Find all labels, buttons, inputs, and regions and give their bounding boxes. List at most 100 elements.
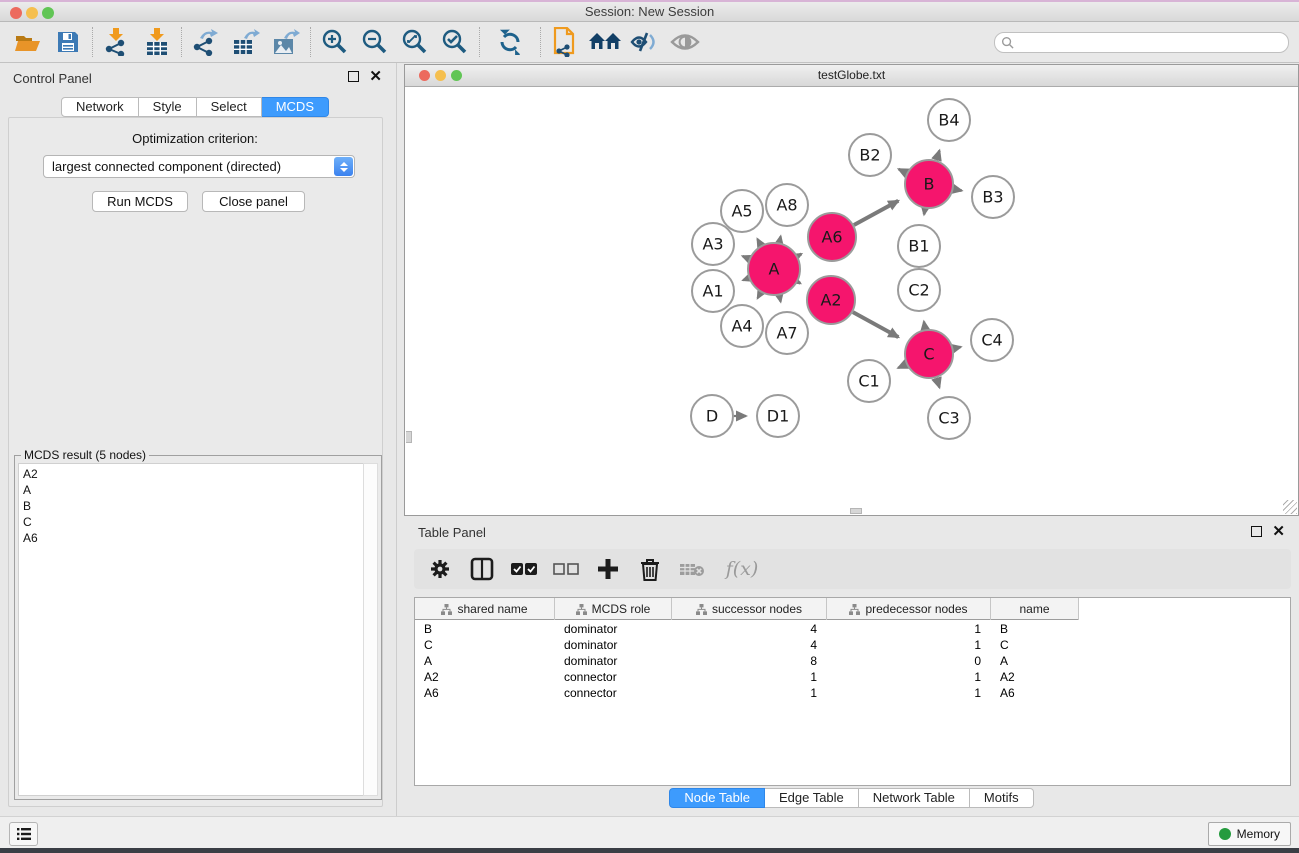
column-header-name[interactable]: name <box>991 598 1079 620</box>
zoom-selected-button[interactable] <box>435 25 475 59</box>
float-table-panel-icon[interactable] <box>1251 526 1262 537</box>
function-builder-button[interactable]: f(x) <box>720 555 764 583</box>
table-tab-node-table[interactable]: Node Table <box>669 788 765 808</box>
criterion-dropdown[interactable]: largest connected component (directed) <box>43 155 355 178</box>
edge-A6-B[interactable] <box>854 201 898 225</box>
edge-A2-C[interactable] <box>853 312 898 337</box>
vertical-scroll-thumb[interactable] <box>406 431 412 443</box>
network-window-title: testGlobe.txt <box>405 65 1298 86</box>
edge-A-A8[interactable] <box>779 236 780 242</box>
column-header-shared-name[interactable]: shared name <box>415 598 555 620</box>
zoom-network-button[interactable] <box>451 70 462 81</box>
edge-A-A7[interactable] <box>779 295 780 301</box>
mcds-list-scrollbar[interactable] <box>363 463 378 796</box>
horizontal-scroll-thumb[interactable] <box>850 508 862 514</box>
table-tab-motifs[interactable]: Motifs <box>970 788 1034 808</box>
edge-A-A2[interactable] <box>798 282 801 283</box>
table-row[interactable]: Adominator80A <box>415 654 1290 670</box>
resize-grip[interactable] <box>1283 500 1297 514</box>
mcds-result-list[interactable]: A2ABCA6 <box>18 463 365 796</box>
mcds-result-item[interactable]: A <box>23 482 364 498</box>
column-header-predecessor-nodes[interactable]: predecessor nodes <box>827 598 991 620</box>
export-image-button[interactable] <box>266 25 306 59</box>
mcds-result-item[interactable]: A6 <box>23 530 364 546</box>
tab-mcds[interactable]: MCDS <box>262 97 329 117</box>
zoom-window-button[interactable] <box>42 7 54 19</box>
edge-C-C3[interactable] <box>936 378 939 388</box>
minimize-window-button[interactable] <box>26 7 38 19</box>
deselect-all-columns-button[interactable] <box>552 555 580 583</box>
node-label-A8: A8 <box>776 196 797 215</box>
edge-B-B4[interactable] <box>936 151 939 161</box>
tab-select[interactable]: Select <box>197 97 262 117</box>
float-panel-icon[interactable] <box>348 71 359 82</box>
import-network-button[interactable] <box>97 25 137 59</box>
zoom-in-button[interactable] <box>315 25 355 59</box>
edge-B-B2[interactable] <box>899 169 907 173</box>
home-pages-button[interactable] <box>585 25 625 59</box>
run-mcds-button[interactable]: Run MCDS <box>92 191 188 212</box>
edge-A-A3[interactable] <box>743 256 749 259</box>
close-panel-icon[interactable]: ✕ <box>369 71 382 82</box>
edge-A-A4[interactable] <box>758 293 761 299</box>
edge-A-A1[interactable] <box>743 278 748 280</box>
network-graph[interactable]: B4B2BB3A8A5A6A3B1AA1C2A2A4A7C4CC1DD1C3 <box>406 87 1297 514</box>
edge-B-B3[interactable] <box>953 189 961 191</box>
close-panel-button[interactable]: Close panel <box>202 191 305 212</box>
edge-C-C4[interactable] <box>953 347 960 349</box>
export-network-button[interactable] <box>186 25 226 59</box>
edge-C-C1[interactable] <box>898 364 906 368</box>
panel-divider[interactable] <box>396 63 397 816</box>
show-graphics-button[interactable] <box>665 25 705 59</box>
table-settings-button[interactable] <box>426 555 454 583</box>
edge-B-B1[interactable] <box>924 209 925 215</box>
search-input[interactable] <box>994 32 1289 53</box>
network-window-titlebar[interactable]: testGlobe.txt <box>405 65 1298 87</box>
control-panel-title: Control Panel <box>13 71 92 86</box>
minimize-network-button[interactable] <box>435 70 446 81</box>
mcds-result-item[interactable]: B <box>23 498 364 514</box>
table-row[interactable]: Bdominator41B <box>415 622 1290 638</box>
import-table-button[interactable] <box>137 25 177 59</box>
import-network-icon <box>104 28 130 56</box>
hide-graphics-button[interactable] <box>625 25 665 59</box>
table-row[interactable]: A2connector11A2 <box>415 670 1290 686</box>
node-label-C1: C1 <box>858 372 879 391</box>
save-session-button[interactable] <box>48 25 88 59</box>
tab-network[interactable]: Network <box>61 97 139 117</box>
mcds-result-item[interactable]: C <box>23 514 364 530</box>
table-tab-network-table[interactable]: Network Table <box>859 788 970 808</box>
cell-name: B <box>991 622 1079 638</box>
plus-icon <box>597 558 619 580</box>
edge-A-A6[interactable] <box>798 254 802 256</box>
edge-C-C2[interactable] <box>924 322 925 330</box>
network-canvas[interactable]: B4B2BB3A8A5A6A3B1AA1C2A2A4A7C4CC1DD1C3 <box>406 87 1297 514</box>
tab-style[interactable]: Style <box>139 97 197 117</box>
create-column-button[interactable] <box>594 555 622 583</box>
select-all-columns-button[interactable] <box>510 555 538 583</box>
delete-table-button[interactable] <box>678 555 706 583</box>
close-table-panel-icon[interactable]: ✕ <box>1272 526 1285 537</box>
refresh-layout-button[interactable] <box>490 25 530 59</box>
table-row[interactable]: Cdominator41C <box>415 638 1290 654</box>
mcds-result-item[interactable]: A2 <box>23 466 364 482</box>
edge-A-A5[interactable] <box>757 239 760 245</box>
open-file-button[interactable] <box>8 25 48 59</box>
column-header-successor-nodes[interactable]: successor nodes <box>672 598 827 620</box>
column-header-MCDS-role[interactable]: MCDS role <box>555 598 672 620</box>
zoom-out-button[interactable] <box>355 25 395 59</box>
close-network-button[interactable] <box>419 70 430 81</box>
export-table-button[interactable] <box>226 25 266 59</box>
close-window-button[interactable] <box>10 7 22 19</box>
new-network-button[interactable] <box>545 25 585 59</box>
zoom-fit-button[interactable] <box>395 25 435 59</box>
delete-column-button[interactable] <box>636 555 664 583</box>
show-panels-button[interactable] <box>9 822 38 846</box>
cell-predecessor-nodes: 1 <box>827 638 991 654</box>
table-row[interactable]: A6connector11A6 <box>415 686 1290 702</box>
table-tab-edge-table[interactable]: Edge Table <box>765 788 859 808</box>
cell-name: C <box>991 638 1079 654</box>
status-bar: Memory <box>0 816 1299 848</box>
show-columns-button[interactable] <box>468 555 496 583</box>
memory-button[interactable]: Memory <box>1208 822 1291 846</box>
